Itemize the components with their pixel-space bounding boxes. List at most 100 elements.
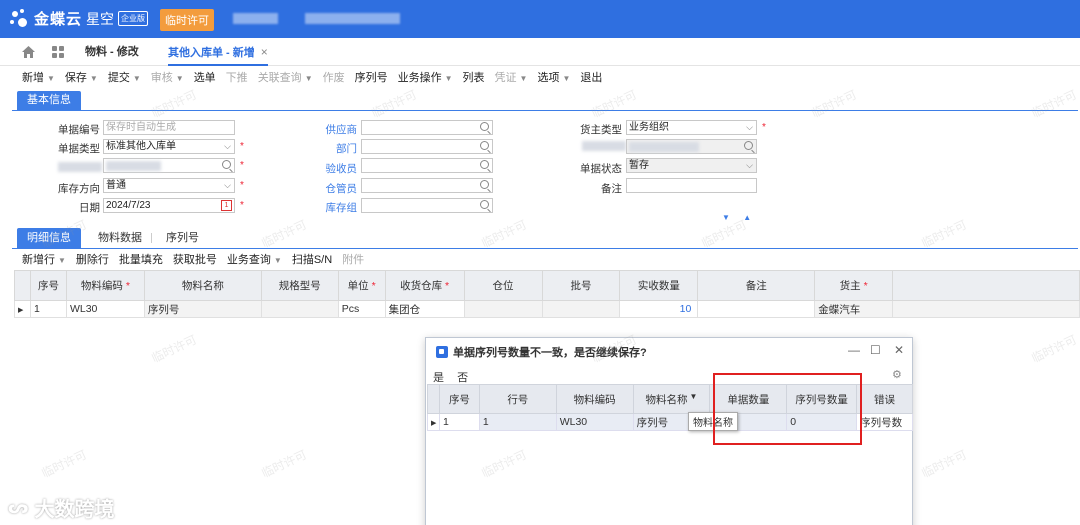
redacted-field[interactable]	[626, 139, 757, 154]
delete-row-button[interactable]: 删除行	[76, 251, 109, 267]
col-header[interactable]: 物料名称 ▼	[632, 384, 711, 414]
col-header[interactable]: 错误	[856, 384, 913, 414]
tab-other-inbound-new[interactable]: 其他入库单 - 新增 ×	[168, 38, 268, 66]
tab-basic-info[interactable]: 基本信息	[17, 91, 81, 110]
redacted-field[interactable]	[103, 158, 235, 173]
save-button[interactable]: 保存 ▼	[65, 69, 98, 85]
attachment-button[interactable]: 附件	[342, 251, 364, 267]
gear-icon[interactable]: ⚙	[892, 368, 902, 381]
col-header[interactable]: 备注	[697, 270, 816, 301]
remark-field[interactable]	[626, 178, 757, 193]
search-icon[interactable]	[222, 160, 231, 169]
stock-group-label[interactable]: 库存组	[287, 200, 358, 215]
col-header[interactable]: 物料编码	[555, 384, 634, 414]
close-icon[interactable]: ×	[261, 45, 268, 59]
watermark: 临时许可	[39, 447, 89, 481]
cell-warehouse[interactable]: 集团仓	[384, 300, 465, 318]
stock-group-field[interactable]	[361, 198, 493, 213]
cell-batch[interactable]	[541, 300, 621, 318]
new-button[interactable]: 新增 ▼	[22, 69, 55, 85]
cell-seq[interactable]: 1	[29, 300, 67, 318]
search-icon[interactable]	[480, 200, 489, 209]
search-icon[interactable]	[480, 160, 489, 169]
col-header[interactable]: 实收数量	[619, 270, 699, 301]
cell-seq[interactable]: 1	[438, 413, 480, 431]
department-field[interactable]	[361, 139, 493, 154]
no-button[interactable]: 否	[457, 372, 468, 384]
search-icon[interactable]	[480, 122, 489, 131]
search-icon[interactable]	[480, 180, 489, 189]
cell-error[interactable]: 序列号数	[856, 413, 913, 431]
close-icon[interactable]: ✕	[894, 343, 904, 357]
search-icon[interactable]	[480, 141, 489, 150]
dialog-title-text: 单据序列号数量不一致，是否继续保存?	[453, 347, 647, 359]
license-badge[interactable]: 临时许可	[160, 9, 214, 31]
cell-location[interactable]	[463, 300, 543, 318]
submit-button[interactable]: 提交 ▼	[108, 69, 141, 85]
cell-material-name[interactable]: 序列号	[143, 300, 262, 318]
col-header[interactable]: 规格型号	[260, 270, 339, 301]
tab-detail-info[interactable]: 明细信息	[17, 228, 81, 248]
keeper-label[interactable]: 仓管员	[287, 181, 358, 196]
cell-owner[interactable]: 金蝶汽车	[814, 300, 894, 318]
voucher-button[interactable]: 凭证 ▼	[495, 69, 528, 85]
col-header[interactable]: 仓位	[463, 270, 543, 301]
options-button[interactable]: 选项 ▼	[537, 69, 570, 85]
bill-no-field[interactable]: 保存时自动生成	[103, 120, 235, 135]
cell-material-code[interactable]: WL30	[65, 300, 145, 318]
apps-grid-icon[interactable]	[52, 46, 64, 58]
table-row[interactable]: ▶ 1 WL30 序列号 Pcs 集团仓 10 金蝶汽车	[14, 300, 1080, 318]
receiver-field[interactable]	[361, 158, 493, 173]
select-bill-button[interactable]: 选单	[194, 69, 216, 85]
audit-button[interactable]: 审核 ▼	[151, 69, 184, 85]
related-query-button[interactable]: 关联查询 ▼	[258, 69, 313, 85]
tab-material-edit[interactable]: 物料 - 修改	[85, 38, 139, 66]
col-header[interactable]: 收货仓库 *	[384, 270, 465, 301]
cell-material-code[interactable]: WL30	[555, 413, 634, 431]
cell-line[interactable]: 1	[478, 413, 557, 431]
calendar-icon[interactable]: 1	[221, 200, 232, 211]
cell-unit[interactable]: Pcs	[337, 300, 386, 318]
col-header[interactable]: 序号	[438, 384, 480, 414]
department-label[interactable]: 部门	[287, 141, 357, 156]
col-header[interactable]: 单位 *	[337, 270, 386, 301]
minimize-icon[interactable]: —	[848, 343, 860, 357]
list-button[interactable]: 列表	[463, 69, 485, 85]
bill-type-select[interactable]: 标准其他入库单 ⌵	[103, 139, 235, 154]
date-field[interactable]: 2024/7/23 1	[103, 198, 235, 213]
supplier-label[interactable]: 供应商	[287, 122, 358, 137]
cell-spec[interactable]	[260, 300, 339, 318]
home-icon[interactable]	[22, 46, 35, 58]
stock-direction-select[interactable]: 普通 ⌵	[103, 178, 235, 193]
app-logo[interactable]: 金蝶云 星空 企业版	[10, 8, 149, 29]
get-batch-button[interactable]: 获取批号	[173, 251, 217, 267]
collapse-toggle-icon[interactable]: ▼ ▲	[722, 213, 751, 222]
keeper-field[interactable]	[361, 178, 493, 193]
cell-remark[interactable]	[697, 300, 816, 318]
cell-qty[interactable]: 10	[619, 300, 699, 318]
batch-fill-button[interactable]: 批量填充	[119, 251, 163, 267]
yes-button[interactable]: 是	[433, 372, 444, 384]
add-row-button[interactable]: 新增行 ▼	[22, 251, 66, 267]
col-header[interactable]: 物料名称	[143, 270, 262, 301]
business-ops-button[interactable]: 业务操作 ▼	[398, 69, 453, 85]
scan-sn-button[interactable]: 扫描S/N	[292, 251, 332, 267]
business-query-button[interactable]: 业务查询 ▼	[227, 251, 282, 267]
col-header[interactable]: 货主 *	[814, 270, 894, 301]
col-header[interactable]: 物料编码 *	[65, 270, 145, 301]
tab-serial-number[interactable]: 序列号	[166, 228, 199, 248]
supplier-field[interactable]	[361, 120, 493, 135]
col-header[interactable]: 行号	[478, 384, 557, 414]
col-header[interactable]: 批号	[541, 270, 621, 301]
search-icon[interactable]	[744, 141, 753, 150]
maximize-icon[interactable]: ☐	[870, 343, 881, 357]
serial-number-button[interactable]: 序列号	[355, 69, 388, 85]
tab-material-data[interactable]: 物料数据	[98, 228, 142, 248]
col-header[interactable]: 序号	[29, 270, 67, 301]
receiver-label[interactable]: 验收员	[287, 161, 358, 176]
filter-icon[interactable]: ▼	[690, 392, 698, 401]
owner-type-select[interactable]: 业务组织 ⌵	[626, 120, 757, 135]
void-button[interactable]: 作废	[323, 69, 345, 85]
exit-button[interactable]: 退出	[580, 69, 602, 85]
push-down-button[interactable]: 下推	[226, 69, 248, 85]
